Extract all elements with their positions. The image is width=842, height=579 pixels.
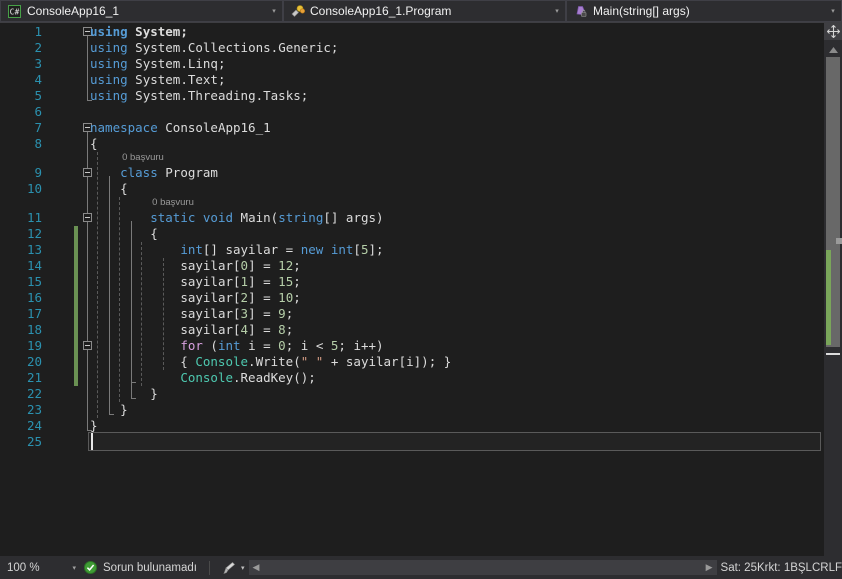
code-line[interactable]: Console.ReadKey(); <box>90 370 315 386</box>
code-line[interactable]: using System.Text; <box>90 72 226 88</box>
code-line[interactable]: using System.Threading.Tasks; <box>90 88 308 104</box>
code-line[interactable]: using System.Linq; <box>90 56 226 72</box>
line-number: 8 <box>34 136 42 151</box>
class-icon <box>287 4 307 18</box>
codelens-reference-count[interactable]: 0 başvuru <box>122 152 164 164</box>
line-number: 5 <box>34 88 42 103</box>
caret-position-marker <box>826 353 840 355</box>
code-line[interactable]: } <box>90 402 128 418</box>
method-private-icon <box>570 5 590 18</box>
line-number: 12 <box>26 226 42 241</box>
current-line-highlight <box>88 432 821 451</box>
scroll-left-arrow[interactable]: ◀ <box>249 562 264 573</box>
source-control-indicator[interactable]: ▾ <box>222 561 245 575</box>
code-line[interactable]: { <box>90 226 158 242</box>
line-number: 17 <box>26 306 42 321</box>
code-line[interactable]: sayilar[0] = 12; <box>90 258 300 274</box>
line-number: 16 <box>26 290 42 305</box>
code-line[interactable]: { Console.Write(" " + sayilar[i]); } <box>90 354 451 370</box>
line-number: 15 <box>26 274 42 289</box>
code-line[interactable]: int[] sayilar = new int[5]; <box>90 242 383 258</box>
horizontal-scrollbar[interactable]: ◀ ▶ <box>248 560 717 575</box>
line-number: 6 <box>34 104 42 119</box>
code-line[interactable]: using System; <box>90 24 188 40</box>
insert-mode-indicator[interactable]: BŞL <box>790 562 812 574</box>
status-bar: 100 % ▾ Sorun bulunamadı ▾ ◀ ▶ Sat: 25 K… <box>0 556 842 579</box>
code-line[interactable]: } <box>90 386 158 402</box>
line-number: 11 <box>26 210 42 225</box>
code-editor-area[interactable]: 0 başvuru 0 başvuru 1 using System; 2 using S… <box>0 23 842 556</box>
line-number: 10 <box>26 181 42 196</box>
brush-icon <box>222 561 236 575</box>
chevron-down-icon[interactable]: ▾ <box>266 7 282 15</box>
check-circle-icon <box>84 561 97 574</box>
line-ending-indicator[interactable]: CRLF <box>812 562 842 574</box>
build-status-label: Sorun bulunamadı <box>103 561 197 574</box>
zoom-control[interactable]: 100 % ▾ <box>0 562 84 574</box>
code-surface[interactable]: 0 başvuru 0 başvuru 1 using System; 2 using S… <box>0 23 842 556</box>
svg-text:C#: C# <box>9 7 19 16</box>
project-dropdown-label: ConsoleApp16_1 <box>27 4 120 18</box>
member-dropdown-label: Main(string[] args) <box>593 4 690 18</box>
line-number: 1 <box>34 24 42 39</box>
line-number: 25 <box>26 434 42 449</box>
line-number: 9 <box>34 165 42 180</box>
code-line[interactable]: { <box>90 136 98 152</box>
line-number: 2 <box>34 40 42 55</box>
class-dropdown-label: ConsoleApp16_1.Program <box>310 4 452 18</box>
line-number: 23 <box>26 402 42 417</box>
code-line[interactable]: { <box>90 181 128 197</box>
line-number: 20 <box>26 354 42 369</box>
scroll-edge-marker <box>836 238 842 244</box>
line-number: 4 <box>34 72 42 87</box>
code-line[interactable]: class Program <box>90 165 218 181</box>
change-marker <box>826 250 831 345</box>
code-line[interactable]: sayilar[1] = 15; <box>90 274 300 290</box>
caret-info: Sat: 25 Krkt: 1 BŞL CRLF <box>721 562 842 574</box>
line-number: 14 <box>26 258 42 273</box>
code-line[interactable]: sayilar[4] = 8; <box>90 322 293 338</box>
status-divider <box>208 560 210 575</box>
line-number: 13 <box>26 242 42 257</box>
code-line[interactable]: } <box>90 418 98 434</box>
csharp-file-icon: C# <box>4 4 24 18</box>
chevron-down-icon[interactable]: ▾ <box>72 564 76 572</box>
scroll-right-arrow[interactable]: ▶ <box>702 562 717 573</box>
code-line[interactable]: static void Main(string[] args) <box>90 210 383 226</box>
chevron-down-icon[interactable]: ▾ <box>241 564 245 572</box>
line-number: 22 <box>26 386 42 401</box>
member-dropdown[interactable]: Main(string[] args) ▾ <box>566 0 842 22</box>
change-bar <box>74 226 78 386</box>
visual-studio-editor-window: C# ConsoleApp16_1 ▾ ConsoleApp16_1.Progr… <box>0 0 842 579</box>
line-number: 24 <box>26 418 42 433</box>
line-number: 18 <box>26 322 42 337</box>
code-line[interactable]: namespace ConsoleApp16_1 <box>90 120 271 136</box>
code-line[interactable]: sayilar[2] = 10; <box>90 290 300 306</box>
code-line[interactable]: using System.Collections.Generic; <box>90 40 338 56</box>
split-view-icon[interactable] <box>824 23 842 40</box>
scroll-up-arrow[interactable] <box>826 44 840 55</box>
build-status[interactable]: Sorun bulunamadı <box>84 561 197 574</box>
line-number: 7 <box>34 120 42 135</box>
vertical-scrollbar[interactable] <box>824 23 842 556</box>
line-number: 21 <box>26 370 42 385</box>
fold-connector <box>87 35 88 100</box>
chevron-down-icon[interactable]: ▾ <box>549 7 565 15</box>
codelens-reference-count[interactable]: 0 başvuru <box>152 197 194 209</box>
text-caret <box>91 433 93 450</box>
class-dropdown[interactable]: ConsoleApp16_1.Program ▾ <box>283 0 566 22</box>
zoom-level: 100 % <box>7 561 40 574</box>
code-line[interactable]: for (int i = 0; i < 5; i++) <box>90 338 383 354</box>
project-dropdown[interactable]: C# ConsoleApp16_1 ▾ <box>0 0 283 22</box>
navigation-bar: C# ConsoleApp16_1 ▾ ConsoleApp16_1.Progr… <box>0 0 842 23</box>
line-number: 19 <box>26 338 42 353</box>
column-indicator: Krkt: 1 <box>756 561 791 574</box>
line-indicator: Sat: 25 <box>720 561 757 574</box>
code-line[interactable]: sayilar[3] = 9; <box>90 306 293 322</box>
chevron-down-icon[interactable]: ▾ <box>825 7 841 15</box>
line-number: 3 <box>34 56 42 71</box>
